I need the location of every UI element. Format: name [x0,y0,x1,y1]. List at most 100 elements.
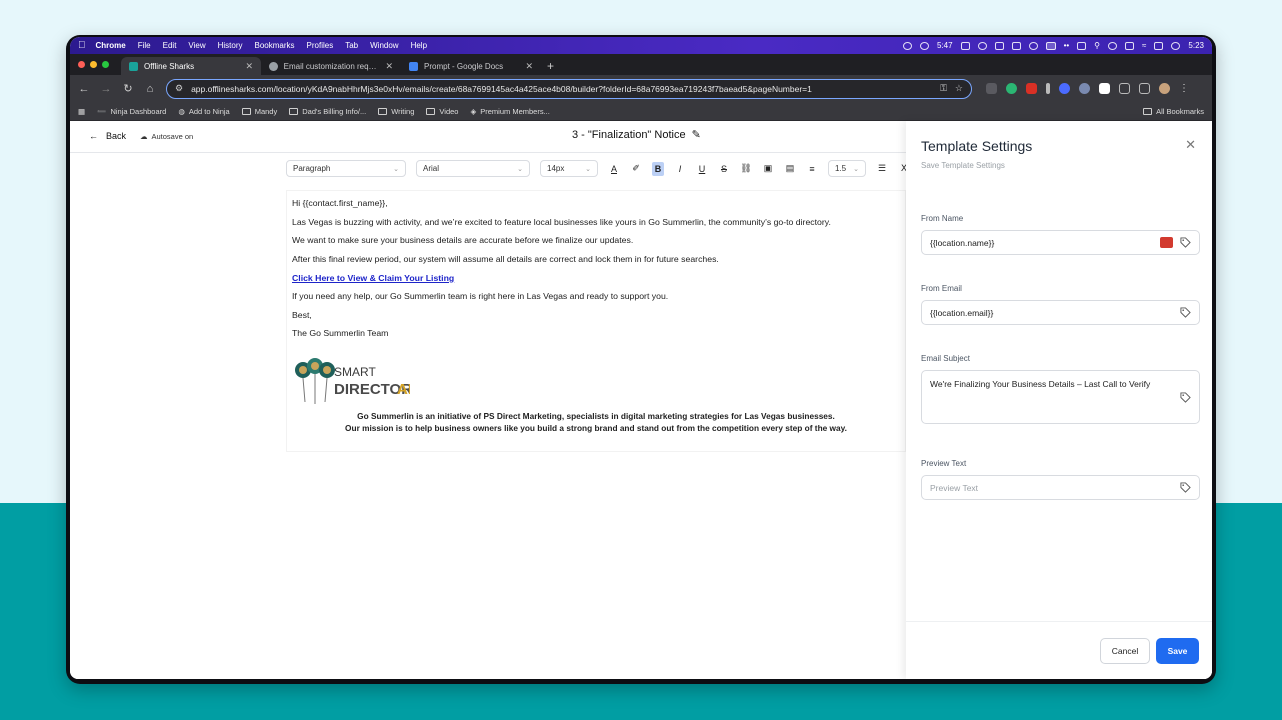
menu-view[interactable]: View [188,41,205,50]
menu-profiles[interactable]: Profiles [307,41,334,50]
reload-icon[interactable]: ↻ [122,82,134,95]
zoom-window-button[interactable] [102,61,109,68]
extension-calendar-icon[interactable] [1026,83,1037,94]
all-bookmarks[interactable]: All Bookmarks [1143,107,1204,116]
extension-gear-icon[interactable] [1079,83,1090,94]
tag-icon[interactable] [1180,392,1191,403]
status-link-icon[interactable] [977,41,987,50]
bookmark-premium-members[interactable]: ◈ Premium Members... [470,107,549,116]
merge-field-red-icon[interactable] [1160,237,1173,248]
clock-readout[interactable]: 5:23 [1188,41,1204,50]
highlight-icon[interactable]: ✐ [630,162,642,176]
email-body-canvas[interactable]: Hi {{contact.first_name}}, Las Vegas is … [287,191,905,451]
bookmark-dads-billing[interactable]: Dad's Billing Info/... [289,107,366,116]
timer-readout[interactable]: 5:47 [937,41,953,50]
italic-button[interactable]: I [674,162,686,176]
status-dots-icon[interactable]: •• [1064,41,1070,50]
spotlight-search-icon[interactable]: ⚲ [1094,41,1100,50]
extension-1-icon[interactable] [986,83,997,94]
battery-icon[interactable] [1154,41,1164,50]
text-color-icon[interactable]: A [608,162,620,176]
menu-bookmarks[interactable]: Bookmarks [255,41,295,50]
status-red-icon[interactable] [1108,41,1118,50]
menu-window[interactable]: Window [370,41,398,50]
close-tab-icon[interactable]: ✕ [385,61,393,72]
back-arrow-icon[interactable]: ← [78,83,90,95]
menu-history[interactable]: History [218,41,243,50]
chrome-menu-icon[interactable]: ⋮ [1179,83,1189,94]
wifi-icon[interactable]: ≈ [1142,41,1146,50]
menu-edit[interactable]: Edit [163,41,177,50]
status-app-icon[interactable] [994,41,1004,50]
tab-google-docs[interactable]: Prompt - Google Docs ✕ [401,57,541,75]
extension-white-icon[interactable] [1099,83,1110,94]
close-tab-icon[interactable]: ✕ [245,61,253,72]
close-tab-icon[interactable]: ✕ [525,61,533,72]
bookmark-video[interactable]: Video [426,107,458,116]
template-title[interactable]: 3 - "Finalization" Notice ✎ [572,128,701,142]
status-screen-icon[interactable] [1045,41,1056,50]
bookmark-add-to-ninja[interactable]: ◍ Add to Ninja [178,107,229,116]
menu-tab[interactable]: Tab [345,41,358,50]
link-icon[interactable]: ⛓ [740,162,752,176]
password-key-icon[interactable]: ⚿ [940,83,947,94]
status-bolt-icon[interactable] [1028,41,1038,50]
preview-text-input[interactable]: Preview Text [921,475,1200,500]
extension-evernote-icon[interactable] [1006,83,1017,94]
pencil-icon[interactable]: ✎ [692,128,701,141]
control-center-icon[interactable] [1171,41,1181,50]
claim-listing-link[interactable]: Click Here to View & Claim Your Listing [292,273,454,283]
from-email-input[interactable]: {{location.email}} [921,300,1200,325]
image-icon[interactable]: ▣ [762,162,774,176]
home-icon[interactable]: ⌂ [144,83,156,95]
extension-pen-icon[interactable] [1046,83,1050,94]
forward-arrow-icon[interactable]: → [100,83,112,95]
from-name-input[interactable]: {{location.name}} [921,230,1200,255]
status-display-icon[interactable] [1077,41,1087,50]
apple-icon[interactable]:  [78,40,86,51]
font-size-select[interactable]: 14px ⌄ [540,160,598,177]
tag-icon[interactable] [1180,307,1191,318]
file-icon[interactable]: ▤ [784,162,796,176]
apps-grid-icon[interactable]: ▦ [78,107,85,116]
underline-button[interactable]: U [696,162,708,176]
tag-icon[interactable] [1180,482,1191,493]
status-sync-icon[interactable] [902,41,912,50]
email-subject-input[interactable]: We're Finalizing Your Business Details –… [921,370,1200,424]
strikethrough-button[interactable]: S [718,162,730,176]
block-type-select[interactable]: Paragraph ⌄ [286,160,406,177]
bookmark-ninja-dashboard[interactable]: ➖ Ninja Dashboard [97,107,166,116]
menu-app-name[interactable]: Chrome [96,41,126,50]
menu-help[interactable]: Help [411,41,427,50]
extensions-puzzle-icon[interactable] [1119,83,1130,94]
close-panel-icon[interactable]: ✕ [1185,137,1196,153]
line-height-select[interactable]: 1.5 ⌄ [828,160,866,177]
status-dropbox-icon[interactable] [1011,41,1021,50]
tab-offline-sharks[interactable]: Offline Sharks ✕ [121,57,261,75]
status-shield-icon[interactable] [1125,41,1135,50]
bullet-list-icon[interactable]: ☰ [876,162,888,176]
back-button[interactable]: ← Back [89,131,126,141]
bold-button[interactable]: B [652,161,664,176]
font-family-select[interactable]: Arial ⌄ [416,160,530,177]
tab-email-customization[interactable]: Email customization request ✕ [261,57,401,75]
reading-list-icon[interactable] [1139,83,1150,94]
site-settings-icon[interactable]: ⚙ [175,83,183,94]
new-tab-plus-icon[interactable]: + [547,57,554,75]
tag-icon[interactable] [1180,237,1191,248]
bookmark-star-icon[interactable]: ☆ [955,83,963,94]
extension-blue-icon[interactable] [1059,83,1070,94]
bookmark-writing[interactable]: Writing [378,107,414,116]
bookmark-mandy[interactable]: Mandy [241,107,277,116]
menu-file[interactable]: File [138,41,151,50]
minimize-window-button[interactable] [90,61,97,68]
status-window-icon[interactable] [960,41,970,50]
cancel-button[interactable]: Cancel [1100,638,1150,664]
save-button[interactable]: Save [1156,638,1199,664]
profile-avatar[interactable] [1159,83,1170,94]
align-center-icon[interactable]: ≡ [806,162,818,176]
url-text[interactable]: app.offlinesharks.com/location/yKdA9nabH… [191,84,932,94]
close-window-button[interactable] [78,61,85,68]
address-bar[interactable]: ⚙ app.offlinesharks.com/location/yKdA9na… [166,78,972,99]
status-share-icon[interactable] [919,41,929,50]
